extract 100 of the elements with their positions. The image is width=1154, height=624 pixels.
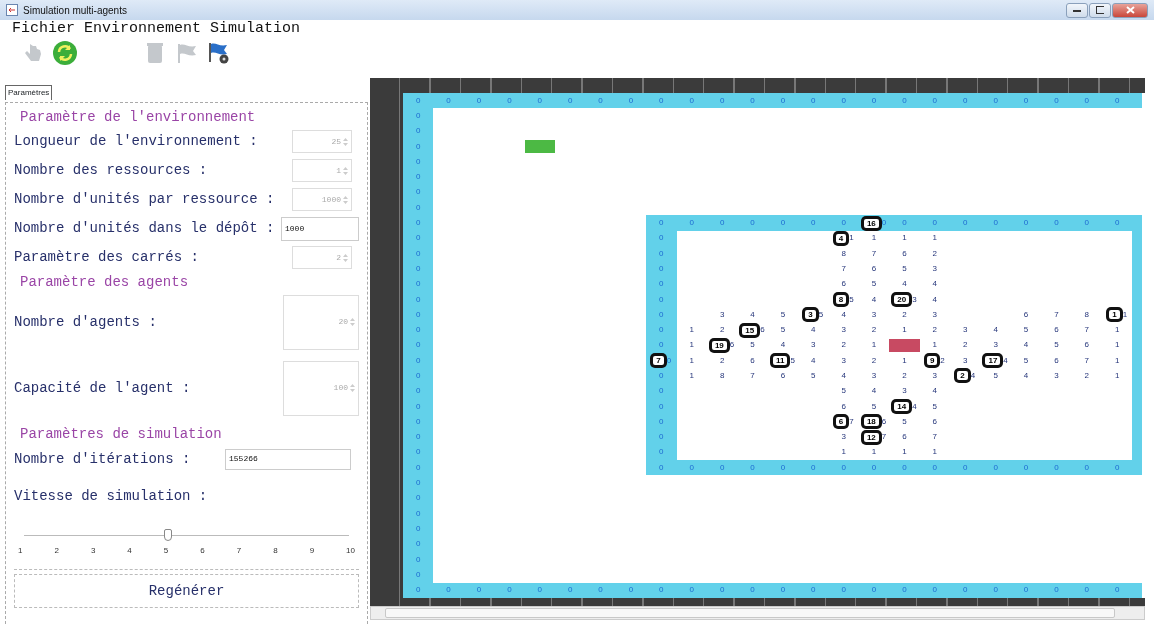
window-title: Simulation multi-agents: [23, 3, 127, 18]
wall-cell: 0: [798, 582, 829, 598]
wall-cell: 0: [706, 460, 738, 476]
trace-value: 1: [1122, 308, 1128, 321]
trace-value: 3: [902, 385, 907, 398]
trace-value: 4: [750, 308, 755, 321]
wall-cell: 0: [646, 215, 677, 231]
minimize-button[interactable]: [1066, 2, 1088, 18]
trace-value: 2: [841, 339, 846, 352]
trace-value: 6: [729, 339, 735, 352]
trace-value: 0: [666, 354, 672, 367]
wall-cell: [1132, 582, 1143, 598]
agent-marker: 20: [892, 293, 912, 306]
resource-cell: [889, 338, 920, 353]
menu-item[interactable]: Fichier: [12, 20, 75, 38]
wall-cell: 0: [1041, 582, 1072, 598]
wall-cell: 0: [858, 93, 890, 109]
menu-item[interactable]: Simulation: [210, 20, 301, 38]
trace-value: 4: [932, 385, 938, 398]
regenerate-button[interactable]: Regénérer: [14, 574, 359, 608]
trace-value: 5: [818, 308, 824, 321]
wall-cell: 0: [706, 582, 738, 598]
wall-cell: 0: [980, 460, 1011, 476]
tab[interactable]: Paramètres: [5, 85, 53, 100]
wall-cell: 0: [403, 567, 434, 583]
trace-value: 3: [993, 339, 998, 352]
trace-value: 6: [841, 400, 846, 413]
trace-value: 6: [1054, 354, 1059, 367]
trace-value: 8: [841, 247, 846, 260]
app-icon: [6, 4, 18, 16]
wall-cell: 0: [676, 93, 707, 109]
wall-cell: 0: [1071, 460, 1102, 476]
wall-cell: 0: [403, 200, 434, 216]
trace-value: 3: [932, 308, 938, 321]
slider-thumb[interactable]: [164, 529, 173, 541]
trace-value: 7: [849, 415, 854, 428]
wall-cell: 0: [798, 215, 829, 231]
trace-value: 6: [841, 278, 846, 291]
wall-cell: 0: [1071, 93, 1102, 109]
wall-cell: 0: [889, 582, 920, 598]
wall-cell: 0: [615, 582, 647, 598]
wall-cell: 0: [1102, 215, 1133, 231]
section-heading: Paramètre de l'environnement: [20, 108, 257, 127]
trace-value: 8: [1084, 308, 1089, 321]
trace-value: 3: [963, 324, 968, 337]
wall-cell: 0: [403, 368, 434, 384]
trace-value: 5: [902, 262, 907, 275]
wall-cell: 0: [646, 261, 677, 277]
trace-value: 3: [871, 370, 877, 382]
trace-value: 3: [871, 308, 877, 321]
scroll-thumb[interactable]: [385, 607, 1115, 618]
wall-cell: 0: [767, 460, 799, 476]
trace-value: 1: [871, 232, 877, 245]
wall-cell: 0: [463, 582, 495, 598]
trace-value: 1: [871, 339, 877, 352]
trace-value: 4: [871, 293, 877, 306]
section-heading: Paramètres de simulation: [20, 425, 223, 444]
wall-cell: 0: [980, 582, 1011, 598]
trace-value: 2: [871, 354, 877, 367]
wall-cell: 0: [646, 582, 677, 598]
agent-marker: 18: [861, 415, 881, 429]
trace-value: 0: [881, 217, 887, 229]
menu-item[interactable]: Environnement: [84, 20, 202, 38]
trace-value: 7: [750, 370, 755, 382]
field-label: Nombre d'unités dans le dépôt :: [14, 219, 275, 238]
trace-value: 2: [719, 324, 725, 337]
trace-value: 4: [993, 324, 998, 337]
trace-value: 4: [811, 354, 816, 367]
trace-value: 5: [932, 400, 938, 413]
agent-marker: 14: [892, 400, 912, 414]
trace-value: 2: [1084, 370, 1089, 382]
trace-value: 4: [932, 278, 938, 291]
trace-value: 2: [719, 354, 725, 367]
tick-label: 10: [346, 545, 355, 557]
agent-marker: 9: [924, 354, 940, 368]
wall-cell: 0: [767, 93, 799, 109]
wall-cell: 0: [403, 307, 434, 323]
wall-cell: 0: [433, 93, 464, 109]
wall-cell: 0: [403, 215, 434, 231]
wall-cell: 0: [646, 414, 677, 430]
trace-value: 1: [902, 324, 907, 337]
trace-value: 7: [932, 431, 938, 444]
trace-value: 4: [871, 385, 877, 398]
wall-cell: 0: [494, 582, 525, 598]
trace-value: 1: [932, 446, 938, 459]
wall-cell: 0: [554, 93, 586, 109]
trace-value: 1: [689, 370, 694, 382]
input-field[interactable]: 1000: [281, 216, 359, 241]
wall-cell: 0: [950, 582, 981, 598]
refresh-icon[interactable]: [52, 40, 78, 66]
trace-value: 5: [750, 339, 755, 352]
input-field[interactable]: 155266: [225, 448, 351, 470]
trace-value: 3: [912, 293, 917, 306]
wall-cell: 0: [1071, 215, 1102, 231]
agent-marker: 4: [833, 231, 849, 245]
trace-value: 7: [1084, 324, 1089, 337]
maximize-button[interactable]: [1089, 2, 1111, 18]
trace-value: 4: [841, 370, 846, 382]
close-button[interactable]: [1112, 2, 1148, 18]
wall-cell: 0: [554, 582, 586, 598]
